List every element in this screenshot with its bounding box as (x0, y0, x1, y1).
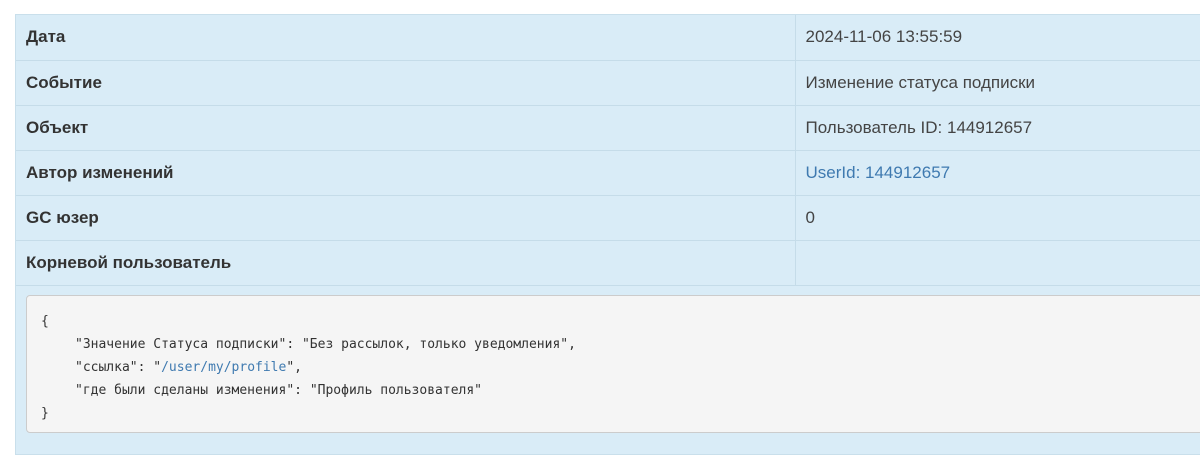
json-value-status: "Без рассылок, только уведомления" (301, 337, 569, 352)
event-value: Изменение статуса подписки (794, 60, 1200, 106)
event-info-table: Дата 2024-11-06 13:55:59 Событие Изменен… (16, 15, 1200, 286)
row-object: Объект Пользователь ID: 144912657 (16, 105, 1200, 151)
json-line-link: "ссылка": "/user/my/profile", (75, 360, 302, 375)
json-key-status: "Значение Статуса подписки" (75, 337, 287, 352)
object-label: Объект (16, 105, 795, 151)
row-date: Дата 2024-11-06 13:55:59 (16, 15, 1200, 61)
row-author: Автор изменений UserId: 144912657 (16, 150, 1200, 196)
event-details-panel: Дата 2024-11-06 13:55:59 Событие Изменен… (15, 14, 1200, 455)
author-label: Автор изменений (16, 150, 795, 196)
row-gc-user: GC юзер 0 (16, 195, 1200, 241)
author-value-cell: UserId: 144912657 (794, 150, 1200, 196)
json-key-link: "ссылка" (75, 360, 138, 375)
object-value: Пользователь ID: 144912657 (794, 105, 1200, 151)
json-key-source: "где были сделаны изменения" (75, 383, 295, 398)
gc-user-label: GC юзер (16, 195, 795, 241)
root-user-value (794, 240, 1200, 286)
root-user-label: Корневой пользователь (16, 240, 795, 286)
json-line-status: "Значение Статуса подписки": "Без рассыл… (75, 337, 576, 352)
row-event: Событие Изменение статуса подписки (16, 60, 1200, 106)
date-value: 2024-11-06 13:55:59 (794, 15, 1200, 61)
json-open-brace: { (41, 314, 49, 329)
json-profile-link[interactable]: /user/my/profile (161, 360, 286, 375)
json-close-brace: } (41, 406, 49, 421)
gc-user-value: 0 (794, 195, 1200, 241)
json-value-source: "Профиль пользователя" (309, 383, 482, 398)
row-root-user: Корневой пользователь (16, 240, 1200, 286)
details-json-block: { "Значение Статуса подписки": "Без расс… (26, 295, 1200, 433)
date-label: Дата (16, 15, 795, 61)
author-user-link[interactable]: UserId: 144912657 (806, 163, 951, 182)
event-label: Событие (16, 60, 795, 106)
json-line-source: "где были сделаны изменения": "Профиль п… (75, 383, 482, 398)
